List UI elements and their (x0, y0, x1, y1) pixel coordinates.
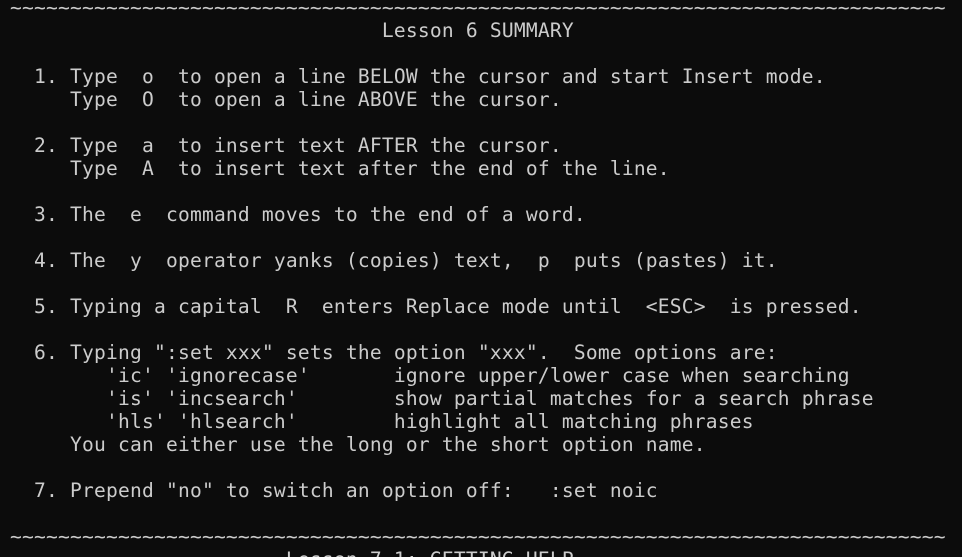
summary-item-2-line-2: Type A to insert text after the end of t… (10, 157, 670, 180)
summary-item-2-line-1: 2. Type a to insert text AFTER the curso… (10, 134, 562, 157)
summary-item-7: 7. Prepend "no" to switch an option off:… (10, 479, 658, 502)
lesson-6-summary-title: Lesson 6 SUMMARY (10, 19, 574, 42)
lesson-7-1-title: Lesson 7.1: GETTING HELP (10, 548, 962, 557)
summary-item-6-line-1: 6. Typing ":set xxx" sets the option "xx… (10, 341, 778, 364)
summary-item-1-line-2: Type O to open a line ABOVE the cursor. (10, 88, 562, 111)
summary-item-3: 3. The e command moves to the end of a w… (10, 203, 586, 226)
separator-line-top: ~~~~~~~~~~~~~~~~~~~~~~~~~~~~~~~~~~~~~~~~… (10, 0, 946, 19)
summary-item-6-note: You can either use the long or the short… (10, 433, 706, 456)
separator-line-bottom: ~~~~~~~~~~~~~~~~~~~~~~~~~~~~~~~~~~~~~~~~… (10, 525, 946, 548)
option-ignorecase: 'ic' 'ignorecase' ignore upper/lower cas… (10, 364, 850, 387)
summary-item-5: 5. Typing a capital R enters Replace mod… (10, 295, 862, 318)
summary-item-1-line-1: 1. Type o to open a line BELOW the curso… (10, 65, 826, 88)
terminal-window[interactable]: ~~~~~~~~~~~~~~~~~~~~~~~~~~~~~~~~~~~~~~~~… (10, 0, 962, 557)
option-incsearch: 'is' 'incsearch' show partial matches fo… (10, 387, 874, 410)
summary-item-4: 4. The y operator yanks (copies) text, p… (10, 249, 778, 272)
option-hlsearch: 'hls' 'hlsearch' highlight all matching … (10, 410, 754, 433)
